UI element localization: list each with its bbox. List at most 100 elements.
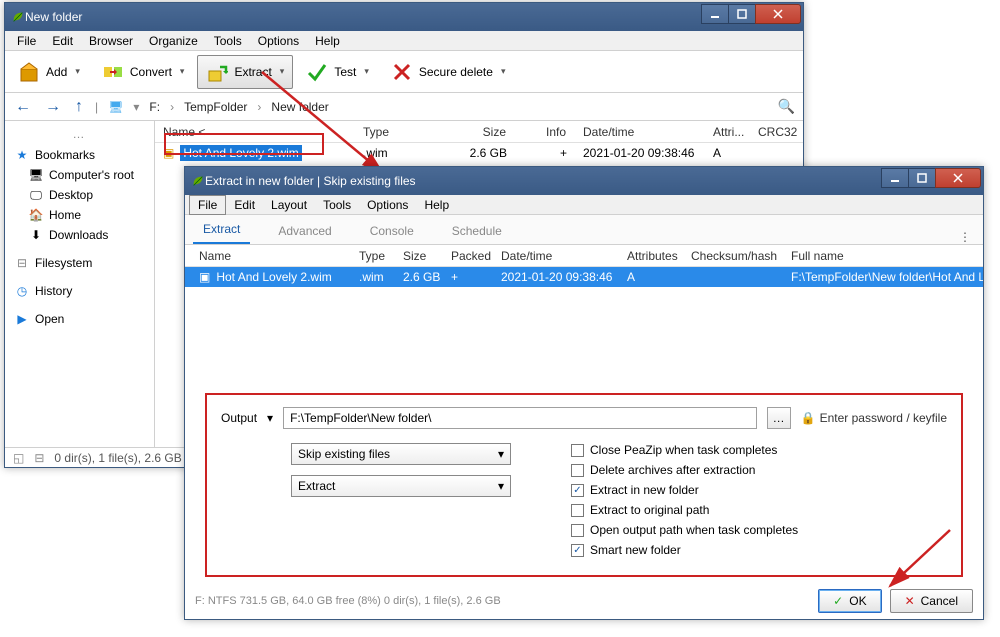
breadcrumb-seg[interactable]: TempFolder xyxy=(184,100,247,114)
extract-icon xyxy=(206,61,228,83)
overwrite-select[interactable]: Skip existing files▾ xyxy=(291,443,511,465)
tab-extract[interactable]: Extract xyxy=(193,216,250,244)
desktop-icon: 🖵 xyxy=(29,188,43,202)
menu-help[interactable]: Help xyxy=(416,196,457,214)
check-smart[interactable]: ✓Smart new folder xyxy=(571,543,798,557)
computer-icon[interactable]: 🖥 xyxy=(108,100,123,114)
sidebar-open[interactable]: ▶Open xyxy=(9,309,150,329)
check-original[interactable]: Extract to original path xyxy=(571,503,798,517)
output-path-input[interactable]: F:\TempFolder\New folder\ xyxy=(283,407,757,429)
col-fullname[interactable]: Full name xyxy=(783,249,983,263)
app-icon xyxy=(191,174,205,188)
col-type[interactable]: Type xyxy=(355,125,435,139)
check-newfolder[interactable]: ✓Extract in new folder xyxy=(571,483,798,497)
disk-icon: ⊟ xyxy=(15,256,29,270)
col-packed[interactable]: Packed xyxy=(443,249,493,263)
sidebar-bookmarks[interactable]: ★Bookmarks xyxy=(9,145,150,165)
secure-delete-button[interactable]: Secure delete▾ xyxy=(382,55,515,89)
file-row[interactable]: ▣ Hot And Lovely 2.wim .wim 2.6 GB + 202… xyxy=(155,143,803,163)
col-type[interactable]: Type xyxy=(351,249,395,263)
menu-tools[interactable]: Tools xyxy=(206,32,250,50)
archive-icon: ▣ xyxy=(199,270,210,284)
close-button[interactable] xyxy=(935,168,981,188)
x-icon xyxy=(391,61,413,83)
chevron-down-icon: ▾ xyxy=(364,66,369,77)
search-icon[interactable]: 🔍 xyxy=(778,98,795,115)
check-delete[interactable]: Delete archives after extraction xyxy=(571,463,798,477)
add-button[interactable]: Add▾ xyxy=(9,55,89,89)
col-size[interactable]: Size xyxy=(395,249,443,263)
breadcrumb-seg[interactable]: New folder xyxy=(271,100,328,114)
window-title: Extract in new folder | Skip existing fi… xyxy=(205,174,882,188)
file-row[interactable]: ▣Hot And Lovely 2.wim .wim 2.6 GB + 2021… xyxy=(185,267,983,287)
col-size[interactable]: Size xyxy=(435,125,515,139)
menu-organize[interactable]: Organize xyxy=(141,32,206,50)
dialog-footer: F: NTFS 731.5 GB, 64.0 GB free (8%) 0 di… xyxy=(185,585,983,617)
col-info[interactable]: Info xyxy=(515,125,575,139)
browse-button[interactable]: … xyxy=(767,407,791,429)
tab-schedule[interactable]: Schedule xyxy=(442,218,512,244)
menu-edit[interactable]: Edit xyxy=(226,196,263,214)
sidebar-item[interactable]: 🖵Desktop xyxy=(9,185,150,205)
menu-options[interactable]: Options xyxy=(250,32,307,50)
column-headers[interactable]: Name Type Size Packed Date/time Attribut… xyxy=(185,245,983,267)
menu-file[interactable]: File xyxy=(9,32,44,50)
menu-help[interactable]: Help xyxy=(307,32,348,50)
up-button[interactable]: ↑ xyxy=(73,98,85,116)
disk-icon[interactable]: ⊟ xyxy=(34,451,44,465)
titlebar[interactable]: Extract in new folder | Skip existing fi… xyxy=(185,167,983,195)
cancel-button[interactable]: ✕Cancel xyxy=(890,589,973,613)
col-attr[interactable]: Attri... xyxy=(705,125,750,139)
col-checksum[interactable]: Checksum/hash xyxy=(683,249,783,263)
check-close[interactable]: Close PeaZip when task completes xyxy=(571,443,798,457)
menu-tools[interactable]: Tools xyxy=(315,196,359,214)
menu-file[interactable]: File xyxy=(189,195,226,215)
col-crc[interactable]: CRC32 xyxy=(750,125,800,139)
column-headers[interactable]: Name < Type Size Info Date/time Attri...… xyxy=(155,121,803,143)
titlebar[interactable]: New folder xyxy=(5,3,803,31)
col-attributes[interactable]: Attributes xyxy=(619,249,683,263)
sidebar-item[interactable]: ⬇Downloads xyxy=(9,225,150,245)
close-button[interactable] xyxy=(755,4,801,24)
sidebar-filesystem[interactable]: ⊟Filesystem xyxy=(9,253,150,273)
sidebar-item[interactable]: 🖥Computer's root xyxy=(9,165,150,185)
minimize-button[interactable] xyxy=(701,4,729,24)
menu-options[interactable]: Options xyxy=(359,196,416,214)
more-icon[interactable]: ⋮ xyxy=(959,230,983,244)
forward-button[interactable]: → xyxy=(43,98,63,116)
sidebar-history[interactable]: ◷History xyxy=(9,281,150,301)
col-name[interactable]: Name xyxy=(191,249,351,263)
extract-button[interactable]: Extract▾ xyxy=(197,55,293,89)
col-name[interactable]: Name < xyxy=(155,125,355,139)
chevron-down-icon[interactable]: ▾ xyxy=(267,411,273,425)
archive-icon: ▣ xyxy=(163,146,174,160)
tab-advanced[interactable]: Advanced xyxy=(268,218,341,244)
corner-icon[interactable]: ◱ xyxy=(13,451,24,465)
check-openout[interactable]: Open output path when task completes xyxy=(571,523,798,537)
breadcrumb-drive[interactable]: F: xyxy=(149,100,160,114)
chevron-down-icon: ▾ xyxy=(498,447,504,461)
maximize-button[interactable] xyxy=(908,168,936,188)
convert-button[interactable]: Convert▾ xyxy=(93,55,194,89)
password-button[interactable]: 🔒Enter password / keyfile xyxy=(801,411,947,425)
computer-icon: 🖥 xyxy=(29,168,43,182)
menu-edit[interactable]: Edit xyxy=(44,32,81,50)
file-list: Name Type Size Packed Date/time Attribut… xyxy=(185,245,983,385)
ok-button[interactable]: ✓OK xyxy=(818,589,881,613)
minimize-button[interactable] xyxy=(881,168,909,188)
menu-browser[interactable]: Browser xyxy=(81,32,141,50)
col-datetime[interactable]: Date/time xyxy=(575,125,705,139)
menu-layout[interactable]: Layout xyxy=(263,196,315,214)
sidebar-item[interactable]: 🏠Home xyxy=(9,205,150,225)
menubar: File Edit Layout Tools Options Help xyxy=(185,195,983,215)
tab-console[interactable]: Console xyxy=(360,218,424,244)
action-select[interactable]: Extract▾ xyxy=(291,475,511,497)
col-datetime[interactable]: Date/time xyxy=(493,249,619,263)
chevron-down-icon: ▾ xyxy=(180,66,185,77)
sidebar-collapse-icon[interactable]: … xyxy=(9,127,150,145)
test-button[interactable]: Test▾ xyxy=(297,55,378,89)
checkbox-icon xyxy=(571,524,584,537)
play-icon: ▶ xyxy=(15,312,29,326)
maximize-button[interactable] xyxy=(728,4,756,24)
back-button[interactable]: ← xyxy=(13,98,33,116)
